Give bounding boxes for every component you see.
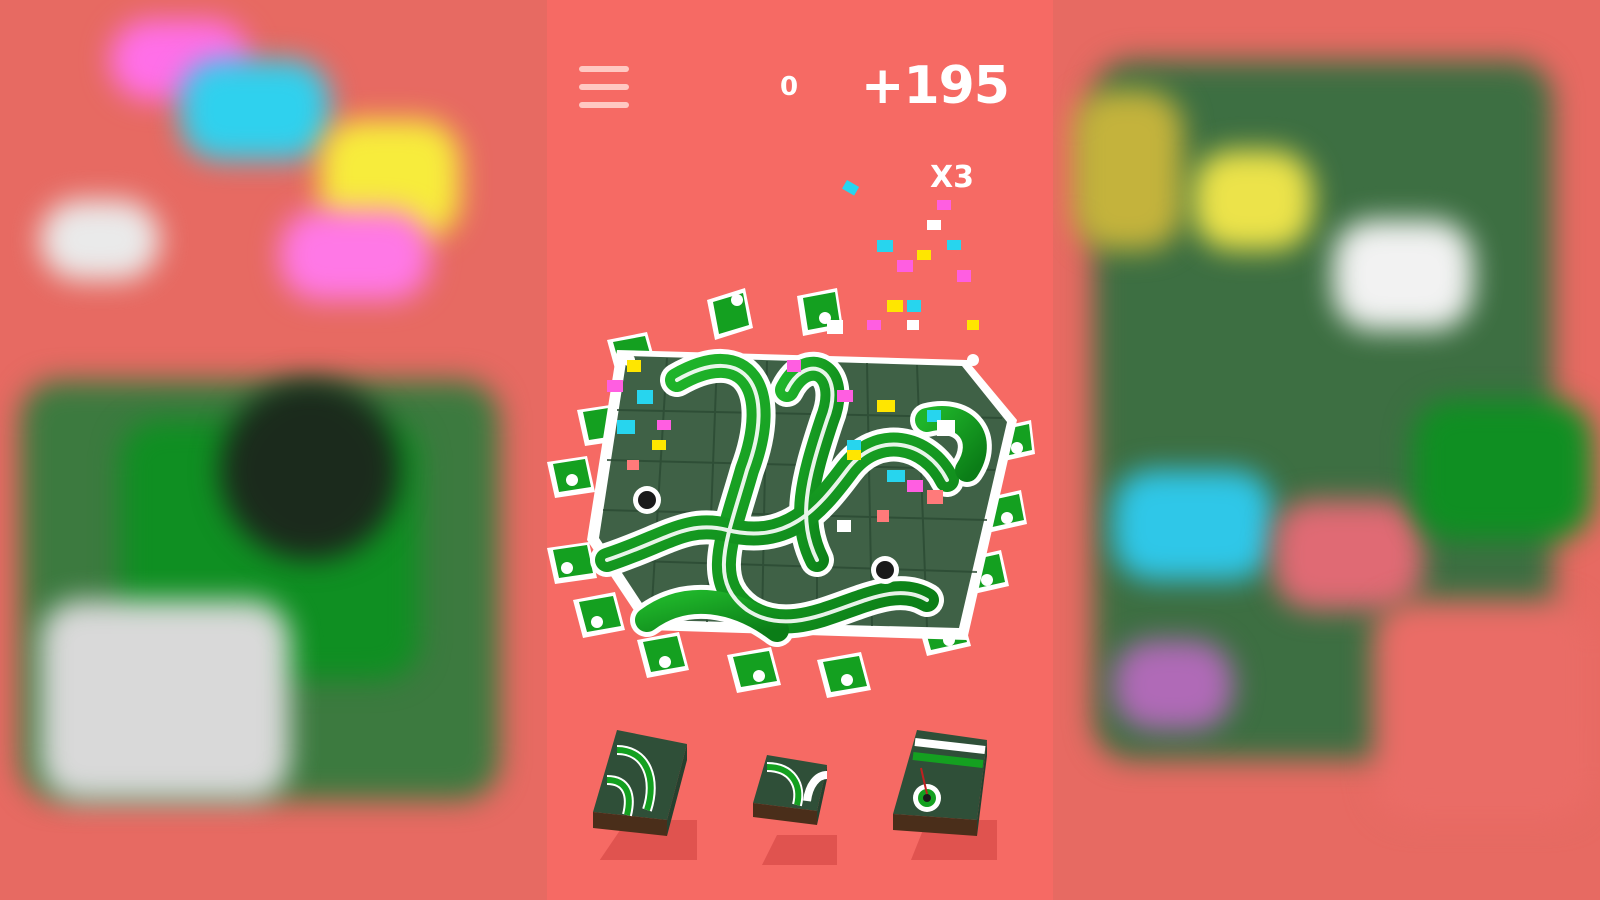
next-piece-1[interactable] — [587, 720, 697, 860]
next-piece-3[interactable] — [887, 720, 997, 860]
game-screen: 0 +195 X3 — [547, 0, 1053, 900]
blurred-background-left — [0, 0, 547, 900]
blurred-background-right — [1053, 0, 1600, 900]
next-piece-2[interactable] — [747, 745, 837, 865]
